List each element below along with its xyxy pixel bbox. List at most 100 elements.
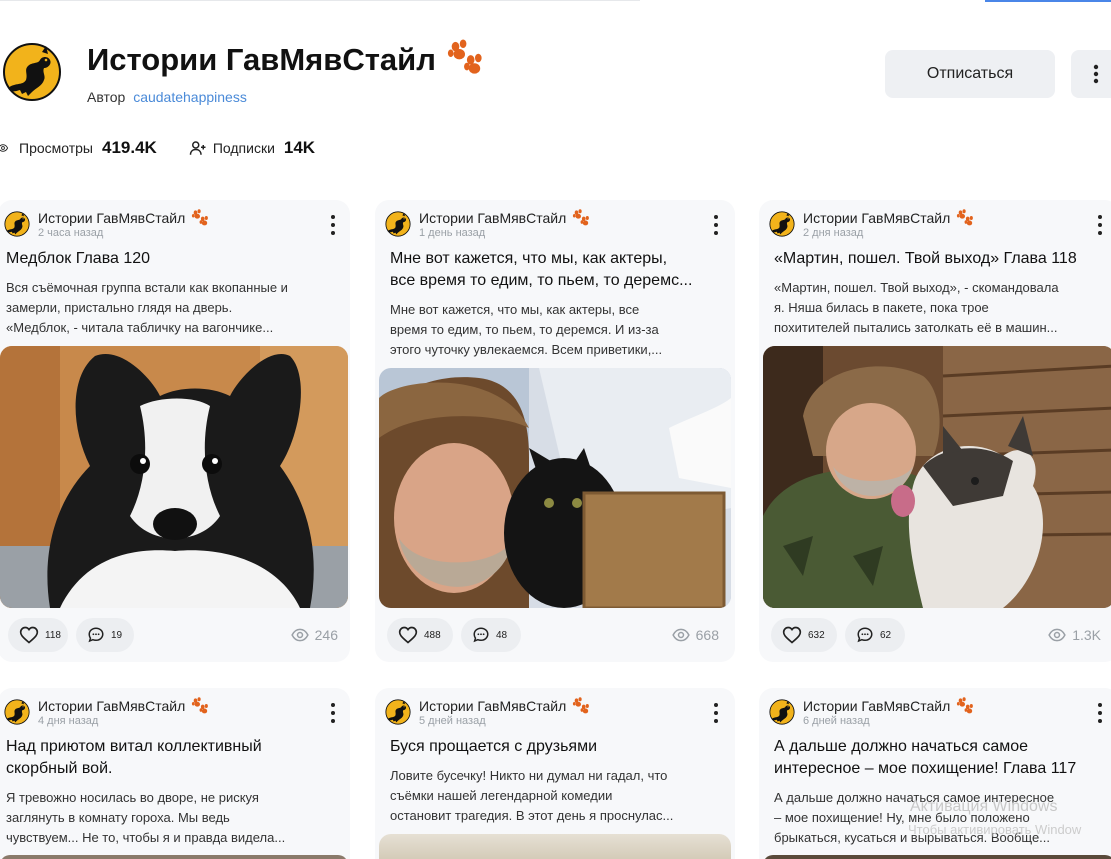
card-desc-line: Ловите бусечку! Никто ни думал ни гадал,… [390, 768, 668, 783]
comment-count: 62 [880, 629, 892, 641]
card-image-edge[interactable] [379, 834, 731, 859]
card-channel-name: Истории ГавМявСтайл [419, 698, 567, 714]
card-description: Мне вот кажется, что мы, как актеры, все… [390, 300, 726, 360]
card-title-line: Мне вот кажется, что мы, как актеры, [390, 250, 668, 267]
comment-count: 48 [496, 629, 508, 641]
channel-avatar-icon [385, 211, 411, 237]
card-time: 2 часа назад [38, 227, 104, 239]
comment-button[interactable]: 62 [845, 618, 905, 652]
card-more-button[interactable] [709, 215, 723, 235]
channel-avatar-icon [4, 211, 30, 237]
like-button[interactable]: 488 [387, 618, 453, 652]
like-button[interactable]: 632 [771, 618, 837, 652]
author-line: Автор caudatehappiness [87, 89, 247, 105]
card-title-line: все время то едим, то пьем, то деремс... [390, 272, 693, 289]
card-desc-line: я. Няша билась в пакете, пока трое [774, 300, 989, 315]
channel-avatar-icon [769, 699, 795, 725]
windows-activation-subtext: Чтобы активировать Window [908, 822, 1082, 837]
story-card[interactable]: Истории ГавМявСтайл 5 дней назад Буся пр… [375, 688, 735, 859]
story-card[interactable]: Истории ГавМявСтайл 1 день назад Мне вот… [375, 200, 735, 662]
channel-avatar-icon [385, 699, 411, 725]
card-channel-name: Истории ГавМявСтайл [38, 698, 186, 714]
eye-icon [291, 626, 309, 644]
eye-icon [672, 626, 690, 644]
card-desc-line: «Мартин, пошел. Твой выход», - скомандов… [774, 280, 1059, 295]
channel-logo-icon [2, 42, 62, 102]
comment-icon [87, 626, 105, 644]
views-label: Просмотры [19, 140, 93, 156]
channel-avatar-icon [4, 699, 30, 725]
comment-button[interactable]: 48 [461, 618, 521, 652]
card-header: Истории ГавМявСтайл 2 дня назад [769, 209, 1099, 243]
card-title[interactable]: «Мартин, пошел. Твой выход» Глава 118 [774, 248, 1110, 270]
card-more-button[interactable] [326, 703, 340, 723]
card-header: Истории ГавМявСтайл 1 день назад [385, 209, 715, 243]
unsubscribe-button[interactable]: Отписаться [885, 50, 1055, 98]
comment-button[interactable]: 19 [76, 618, 134, 652]
card-desc-line: этого чуточку увлекаемся. Всем приветики… [390, 342, 663, 357]
card-desc-line: замерли, пристально глядя на дверь. [6, 300, 233, 315]
card-image-man-with-husky[interactable] [763, 346, 1111, 608]
like-count: 488 [424, 629, 441, 641]
paw-prints-icon [956, 209, 974, 227]
more-vertical-icon [1093, 64, 1099, 84]
card-title-line: скорбный вой. [6, 760, 113, 777]
card-channel-name: Истории ГавМявСтайл [38, 210, 186, 226]
heart-icon [19, 625, 39, 645]
comment-icon [472, 626, 490, 644]
card-more-button[interactable] [709, 703, 723, 723]
card-footer: 632 62 1.3K [771, 618, 1111, 654]
card-image-edge[interactable] [763, 855, 1111, 859]
card-title[interactable]: Буся прощается с друзьями [390, 736, 726, 758]
card-more-button[interactable] [326, 215, 340, 235]
card-image-edge[interactable] [0, 855, 348, 859]
card-desc-line: Я тревожно носилась во дворе, не рискуя [6, 790, 259, 805]
channel-stats: Просмотры 419.4K Подписки 14K [0, 138, 315, 158]
story-card[interactable]: Истории ГавМявСтайл 2 дня назад «Мартин,… [759, 200, 1111, 662]
views-counter: 1.3K [1048, 626, 1101, 644]
views-counter: 246 [291, 626, 338, 644]
card-desc-line: Вся съёмочная группа встали как вкопанны… [6, 280, 288, 295]
card-desc-line: съёмки нашей легендарной комедии [390, 788, 613, 803]
card-channel-name: Истории ГавМявСтайл [419, 210, 567, 226]
comment-icon [856, 626, 874, 644]
views-counter: 668 [672, 626, 719, 644]
card-more-button[interactable] [1093, 703, 1107, 723]
story-card[interactable]: Истории ГавМявСтайл 4 дня назад Над прию… [0, 688, 350, 859]
card-description: Вся съёмочная группа встали как вкопанны… [6, 278, 342, 338]
author-link[interactable]: caudatehappiness [133, 89, 247, 105]
channel-avatar-icon [769, 211, 795, 237]
windows-activation-watermark: Активация Windows [910, 798, 1058, 815]
card-time: 2 дня назад [803, 227, 864, 239]
card-image-dog[interactable] [0, 346, 348, 608]
story-card[interactable]: Истории ГавМявСтайл 2 часа назад Медблок… [0, 200, 350, 662]
subs-label: Подписки [212, 140, 275, 156]
heart-icon [398, 625, 418, 645]
eye-icon [1048, 626, 1066, 644]
card-title[interactable]: Медблок Глава 120 [6, 248, 342, 270]
card-title[interactable]: А дальше должно начаться самое интересно… [774, 736, 1110, 780]
card-header: Истории ГавМявСтайл 5 дней назад [385, 697, 715, 731]
card-title-line: интересное – мое похищение! Глава 117 [774, 760, 1077, 777]
card-image-man-with-cat[interactable] [379, 368, 731, 608]
card-title[interactable]: Над приютом витал коллективный скорбный … [6, 736, 342, 780]
card-desc-line: чувствуем... Не то, чтобы я и правда вид… [6, 830, 286, 845]
paw-prints-icon [572, 697, 590, 715]
card-time: 6 дней назад [803, 715, 870, 727]
card-time: 4 дня назад [38, 715, 99, 727]
card-description: А дальше должно начаться самое интересно… [774, 788, 1110, 848]
card-header: Истории ГавМявСтайл 2 часа назад [4, 209, 334, 243]
card-header: Истории ГавМявСтайл 6 дней назад [769, 697, 1099, 731]
card-desc-line: «Медблок, - читала табличку на вагончике… [6, 320, 274, 335]
card-desc-line: остановит трагедия. В этот день я просну… [390, 808, 674, 823]
channel-title-text: Истории ГавМявСтайл [87, 42, 436, 77]
views-value: 419.4K [102, 138, 157, 157]
card-description: «Мартин, пошел. Твой выход», - скомандов… [774, 278, 1110, 338]
like-button[interactable]: 118 [8, 618, 68, 652]
paw-prints-icon [191, 209, 209, 227]
card-title[interactable]: Мне вот кажется, что мы, как актеры, все… [390, 248, 726, 292]
paw-prints-icon [191, 697, 209, 715]
card-more-button[interactable] [1093, 215, 1107, 235]
card-channel-name: Истории ГавМявСтайл [803, 698, 951, 714]
channel-more-button[interactable] [1071, 50, 1111, 98]
